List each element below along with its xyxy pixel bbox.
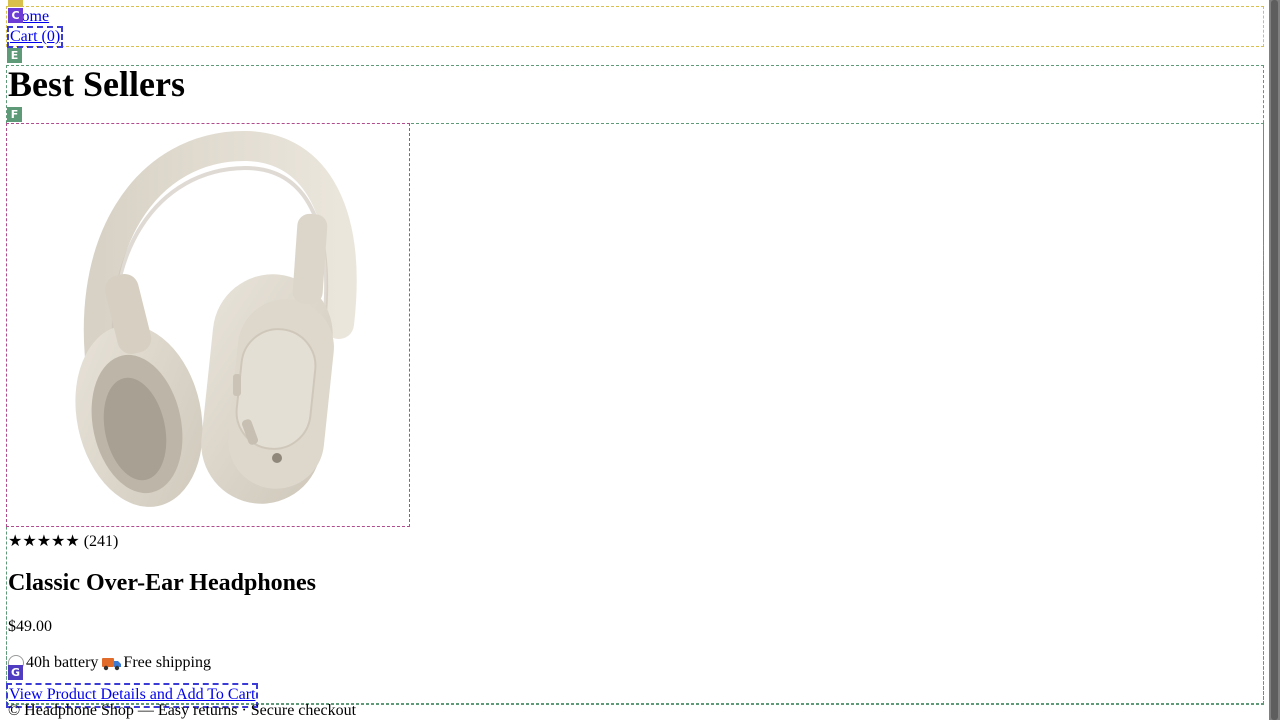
overlay-tag-cta: G bbox=[8, 665, 23, 680]
page-footer: © Headphone Shop — Easy returns · Secure… bbox=[8, 702, 357, 719]
page-scrollbar[interactable] bbox=[1269, 0, 1280, 720]
cart-link[interactable]: Cart (0) bbox=[7, 26, 64, 48]
review-count: (241) bbox=[83, 533, 119, 550]
product-features: 40h battery Free shipping bbox=[8, 654, 211, 672]
headphones-image bbox=[75, 130, 357, 507]
page-title: Best Sellers bbox=[8, 64, 185, 104]
truck-icon bbox=[102, 658, 122, 671]
feature-shipping: Free shipping bbox=[123, 654, 211, 671]
product-rating: ★★★★★ (241) bbox=[8, 531, 118, 551]
overlay-tag-nav-top bbox=[8, 0, 23, 7]
feature-battery: 40h battery bbox=[26, 654, 99, 671]
overlay-tag-grid: F bbox=[7, 107, 22, 122]
product-name: Classic Over-Ear Headphones bbox=[8, 570, 317, 596]
product-image[interactable] bbox=[6, 123, 410, 527]
overlay-tag-main: E bbox=[7, 48, 22, 63]
product-price: $49.00 bbox=[8, 618, 52, 635]
overlay-tag-nav: C bbox=[8, 8, 23, 23]
scrollbar-thumb[interactable] bbox=[1271, 0, 1278, 720]
rating-stars: ★★★★★ bbox=[8, 533, 80, 550]
top-nav bbox=[6, 6, 1264, 47]
